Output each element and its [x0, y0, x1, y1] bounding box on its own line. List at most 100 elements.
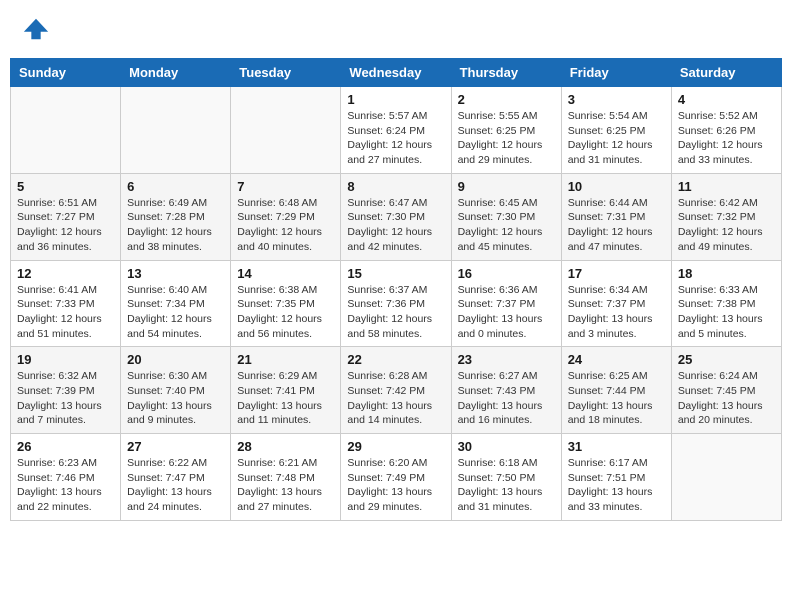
- calendar-cell: 17 Sunrise: 6:34 AM Sunset: 7:37 PM Dayli…: [561, 260, 671, 347]
- calendar-table: SundayMondayTuesdayWednesdayThursdayFrid…: [10, 58, 782, 521]
- calendar-cell: 1 Sunrise: 5:57 AM Sunset: 6:24 PM Daylig…: [341, 87, 451, 174]
- calendar-cell: 11 Sunrise: 6:42 AM Sunset: 7:32 PM Dayli…: [671, 173, 781, 260]
- calendar-cell: 28 Sunrise: 6:21 AM Sunset: 7:48 PM Dayli…: [231, 434, 341, 521]
- calendar-cell: 3 Sunrise: 5:54 AM Sunset: 6:25 PM Daylig…: [561, 87, 671, 174]
- day-info: Sunrise: 6:45 AM Sunset: 7:30 PM Dayligh…: [458, 196, 555, 255]
- calendar-cell: 24 Sunrise: 6:25 AM Sunset: 7:44 PM Dayli…: [561, 347, 671, 434]
- day-number: 10: [568, 179, 665, 194]
- day-number: 19: [17, 352, 114, 367]
- calendar-cell: 26 Sunrise: 6:23 AM Sunset: 7:46 PM Dayli…: [11, 434, 121, 521]
- day-info: Sunrise: 5:55 AM Sunset: 6:25 PM Dayligh…: [458, 109, 555, 168]
- day-info: Sunrise: 6:51 AM Sunset: 7:27 PM Dayligh…: [17, 196, 114, 255]
- day-number: 3: [568, 92, 665, 107]
- day-info: Sunrise: 6:44 AM Sunset: 7:31 PM Dayligh…: [568, 196, 665, 255]
- day-info: Sunrise: 6:27 AM Sunset: 7:43 PM Dayligh…: [458, 369, 555, 428]
- day-number: 31: [568, 439, 665, 454]
- day-info: Sunrise: 5:57 AM Sunset: 6:24 PM Dayligh…: [347, 109, 444, 168]
- logo: [20, 15, 50, 43]
- calendar-cell: 21Sunrise: 6:29 AM Sunset: 7:41 PM Dayli…: [231, 347, 341, 434]
- calendar-cell: 31 Sunrise: 6:17 AM Sunset: 7:51 PM Dayli…: [561, 434, 671, 521]
- day-info: Sunrise: 6:28 AM Sunset: 7:42 PM Dayligh…: [347, 369, 444, 428]
- day-number: 2: [458, 92, 555, 107]
- calendar-cell: 12 Sunrise: 6:41 AM Sunset: 7:33 PM Dayli…: [11, 260, 121, 347]
- day-number: 24: [568, 352, 665, 367]
- header: [10, 10, 782, 48]
- weekday-monday: Monday: [121, 59, 231, 87]
- weekday-saturday: Saturday: [671, 59, 781, 87]
- day-info: Sunrise: 6:34 AM Sunset: 7:37 PM Dayligh…: [568, 283, 665, 342]
- day-info: Sunrise: 6:49 AM Sunset: 7:28 PM Dayligh…: [127, 196, 224, 255]
- weekday-thursday: Thursday: [451, 59, 561, 87]
- calendar-week-5: 26 Sunrise: 6:23 AM Sunset: 7:46 PM Dayli…: [11, 434, 782, 521]
- day-number: 28: [237, 439, 334, 454]
- calendar-cell: [231, 87, 341, 174]
- day-info: Sunrise: 6:24 AM Sunset: 7:45 PM Dayligh…: [678, 369, 775, 428]
- day-info: Sunrise: 6:38 AM Sunset: 7:35 PM Dayligh…: [237, 283, 334, 342]
- day-number: 5: [17, 179, 114, 194]
- day-info: Sunrise: 6:17 AM Sunset: 7:51 PM Dayligh…: [568, 456, 665, 515]
- weekday-wednesday: Wednesday: [341, 59, 451, 87]
- day-number: 11: [678, 179, 775, 194]
- calendar-cell: 13Sunrise: 6:40 AM Sunset: 7:34 PM Dayli…: [121, 260, 231, 347]
- calendar-cell: [121, 87, 231, 174]
- calendar-cell: [11, 87, 121, 174]
- day-number: 27: [127, 439, 224, 454]
- day-info: Sunrise: 6:18 AM Sunset: 7:50 PM Dayligh…: [458, 456, 555, 515]
- day-number: 26: [17, 439, 114, 454]
- day-number: 7: [237, 179, 334, 194]
- day-info: Sunrise: 6:20 AM Sunset: 7:49 PM Dayligh…: [347, 456, 444, 515]
- day-number: 15: [347, 266, 444, 281]
- weekday-tuesday: Tuesday: [231, 59, 341, 87]
- day-number: 17: [568, 266, 665, 281]
- calendar-cell: 18Sunrise: 6:33 AM Sunset: 7:38 PM Dayli…: [671, 260, 781, 347]
- calendar-cell: 5 Sunrise: 6:51 AM Sunset: 7:27 PM Daylig…: [11, 173, 121, 260]
- day-number: 23: [458, 352, 555, 367]
- calendar-cell: 8 Sunrise: 6:47 AM Sunset: 7:30 PM Daylig…: [341, 173, 451, 260]
- day-info: Sunrise: 6:30 AM Sunset: 7:40 PM Dayligh…: [127, 369, 224, 428]
- calendar-cell: 27 Sunrise: 6:22 AM Sunset: 7:47 PM Dayli…: [121, 434, 231, 521]
- calendar-week-3: 12 Sunrise: 6:41 AM Sunset: 7:33 PM Dayli…: [11, 260, 782, 347]
- day-number: 30: [458, 439, 555, 454]
- day-info: Sunrise: 6:36 AM Sunset: 7:37 PM Dayligh…: [458, 283, 555, 342]
- calendar-cell: 22 Sunrise: 6:28 AM Sunset: 7:42 PM Dayli…: [341, 347, 451, 434]
- day-number: 14: [237, 266, 334, 281]
- day-info: Sunrise: 5:54 AM Sunset: 6:25 PM Dayligh…: [568, 109, 665, 168]
- weekday-header-row: SundayMondayTuesdayWednesdayThursdayFrid…: [11, 59, 782, 87]
- calendar-week-4: 19 Sunrise: 6:32 AM Sunset: 7:39 PM Dayli…: [11, 347, 782, 434]
- calendar-cell: 25 Sunrise: 6:24 AM Sunset: 7:45 PM Dayli…: [671, 347, 781, 434]
- logo-icon: [22, 15, 50, 43]
- calendar-cell: 9Sunrise: 6:45 AM Sunset: 7:30 PM Daylig…: [451, 173, 561, 260]
- day-info: Sunrise: 6:40 AM Sunset: 7:34 PM Dayligh…: [127, 283, 224, 342]
- calendar-week-1: 1 Sunrise: 5:57 AM Sunset: 6:24 PM Daylig…: [11, 87, 782, 174]
- day-number: 12: [17, 266, 114, 281]
- calendar-cell: 30 Sunrise: 6:18 AM Sunset: 7:50 PM Dayli…: [451, 434, 561, 521]
- calendar-cell: 7Sunrise: 6:48 AM Sunset: 7:29 PM Daylig…: [231, 173, 341, 260]
- day-number: 16: [458, 266, 555, 281]
- day-info: Sunrise: 6:47 AM Sunset: 7:30 PM Dayligh…: [347, 196, 444, 255]
- day-number: 22: [347, 352, 444, 367]
- day-info: Sunrise: 6:23 AM Sunset: 7:46 PM Dayligh…: [17, 456, 114, 515]
- day-info: Sunrise: 6:41 AM Sunset: 7:33 PM Dayligh…: [17, 283, 114, 342]
- calendar-cell: 6Sunrise: 6:49 AM Sunset: 7:28 PM Daylig…: [121, 173, 231, 260]
- day-info: Sunrise: 6:22 AM Sunset: 7:47 PM Dayligh…: [127, 456, 224, 515]
- calendar-cell: 29Sunrise: 6:20 AM Sunset: 7:49 PM Dayli…: [341, 434, 451, 521]
- day-number: 20: [127, 352, 224, 367]
- day-number: 1: [347, 92, 444, 107]
- day-number: 8: [347, 179, 444, 194]
- day-info: Sunrise: 6:29 AM Sunset: 7:41 PM Dayligh…: [237, 369, 334, 428]
- day-number: 25: [678, 352, 775, 367]
- day-info: Sunrise: 6:37 AM Sunset: 7:36 PM Dayligh…: [347, 283, 444, 342]
- day-info: Sunrise: 6:21 AM Sunset: 7:48 PM Dayligh…: [237, 456, 334, 515]
- calendar-cell: 20 Sunrise: 6:30 AM Sunset: 7:40 PM Dayli…: [121, 347, 231, 434]
- day-info: Sunrise: 6:42 AM Sunset: 7:32 PM Dayligh…: [678, 196, 775, 255]
- calendar-cell: 15 Sunrise: 6:37 AM Sunset: 7:36 PM Dayli…: [341, 260, 451, 347]
- calendar-week-2: 5 Sunrise: 6:51 AM Sunset: 7:27 PM Daylig…: [11, 173, 782, 260]
- weekday-friday: Friday: [561, 59, 671, 87]
- calendar-cell: 14 Sunrise: 6:38 AM Sunset: 7:35 PM Dayli…: [231, 260, 341, 347]
- day-number: 4: [678, 92, 775, 107]
- calendar-cell: 10 Sunrise: 6:44 AM Sunset: 7:31 PM Dayli…: [561, 173, 671, 260]
- day-info: Sunrise: 6:25 AM Sunset: 7:44 PM Dayligh…: [568, 369, 665, 428]
- calendar-cell: [671, 434, 781, 521]
- day-info: Sunrise: 6:32 AM Sunset: 7:39 PM Dayligh…: [17, 369, 114, 428]
- day-info: Sunrise: 6:33 AM Sunset: 7:38 PM Dayligh…: [678, 283, 775, 342]
